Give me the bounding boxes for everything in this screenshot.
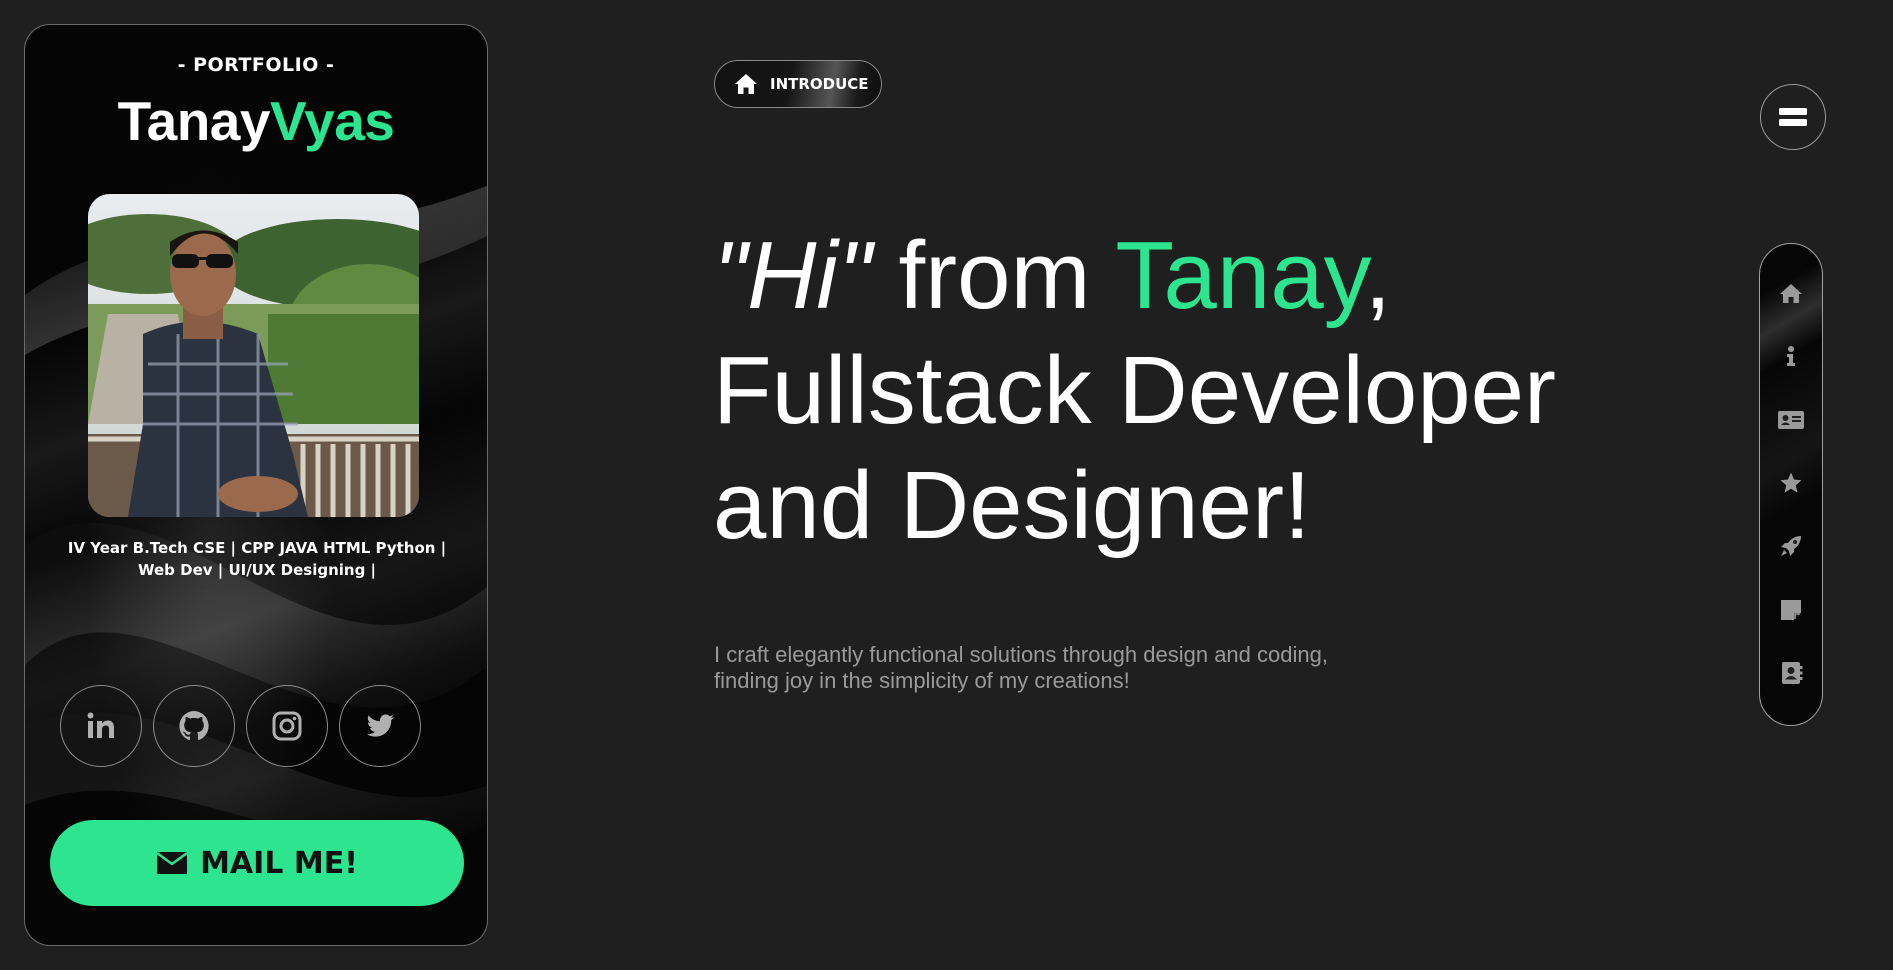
headline-name: Tanay xyxy=(1115,222,1365,329)
bio-line-1: IV Year B.Tech CSE | CPP JAVA HTML Pytho… xyxy=(67,539,447,557)
nav-home[interactable] xyxy=(1760,273,1822,313)
nav-notes[interactable] xyxy=(1760,590,1822,630)
headline-line-3: and Designer! xyxy=(713,452,1311,559)
twitter-icon xyxy=(366,714,394,737)
nav-contact[interactable] xyxy=(1760,653,1822,693)
headline-line-2: Fullstack Developer xyxy=(713,337,1556,444)
tagline-line-2: finding joy in the simplicity of my crea… xyxy=(714,668,1130,693)
star-icon xyxy=(1780,472,1802,493)
brand-first-name: Tanay xyxy=(117,90,271,152)
introduce-label: INTRODUCE xyxy=(770,75,869,93)
twitter-link[interactable] xyxy=(339,685,421,767)
headline-comma: , xyxy=(1364,222,1392,329)
info-icon xyxy=(1787,346,1795,366)
mail-me-button[interactable]: MAIL ME! xyxy=(50,820,464,906)
introduce-badge: INTRODUCE xyxy=(714,60,882,108)
envelope-icon xyxy=(156,851,188,874)
instagram-link[interactable] xyxy=(246,685,328,767)
rocket-icon xyxy=(1781,536,1801,556)
headline-from: from xyxy=(871,222,1116,329)
nav-skills[interactable] xyxy=(1760,463,1822,503)
mail-me-label: MAIL ME! xyxy=(200,845,358,881)
contact-book-icon xyxy=(1782,662,1803,684)
bio-line-2: Web Dev | UI/UX Designing | xyxy=(137,561,377,579)
hamburger-icon xyxy=(1779,108,1807,126)
hero-tagline: I craft elegantly functional solutions t… xyxy=(714,642,1414,694)
id-card-icon xyxy=(1778,411,1804,429)
brand-name: TanayVyas xyxy=(25,89,487,153)
nav-about[interactable] xyxy=(1760,336,1822,376)
note-icon xyxy=(1781,600,1801,620)
home-icon xyxy=(735,74,757,94)
nav-projects[interactable] xyxy=(1760,526,1822,566)
headline-line-1: "Hi" from Tanay, xyxy=(713,218,1713,333)
hero-headline: "Hi" from Tanay, Fullstack Developer and… xyxy=(713,218,1713,563)
profile-card: - PORTFOLIO - TanayVyas IV Year B.Tech C… xyxy=(24,24,488,946)
linkedin-icon xyxy=(87,712,114,738)
instagram-icon xyxy=(272,711,302,741)
linkedin-link[interactable] xyxy=(60,685,142,767)
portfolio-label: - PORTFOLIO - xyxy=(177,54,335,76)
github-icon xyxy=(179,711,209,740)
github-link[interactable] xyxy=(153,685,235,767)
menu-button[interactable] xyxy=(1760,84,1826,150)
bio-text: IV Year B.Tech CSE | CPP JAVA HTML Pytho… xyxy=(55,537,459,581)
headline-hi: "Hi" xyxy=(713,222,872,329)
side-nav xyxy=(1759,243,1823,726)
profile-photo xyxy=(88,194,419,517)
home-icon xyxy=(1780,284,1802,303)
brand-last-name: Vyas xyxy=(269,90,395,152)
tagline-line-1: I craft elegantly functional solutions t… xyxy=(714,642,1328,667)
nav-resume[interactable] xyxy=(1760,400,1822,440)
